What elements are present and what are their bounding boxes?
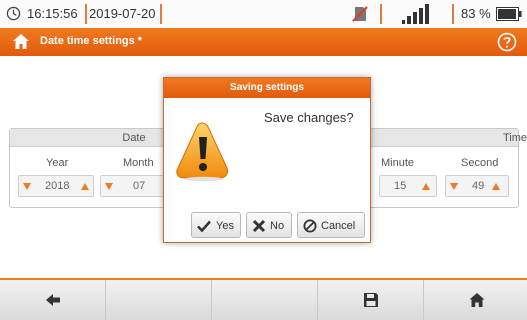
no-sd-card-icon: [352, 6, 368, 22]
help-icon[interactable]: [497, 32, 517, 52]
status-bar: 16:15:56 2019-07-20 83 %: [0, 0, 527, 28]
back-arrow-icon: [46, 294, 60, 306]
battery-percent: 83 %: [461, 6, 491, 21]
month-stepper[interactable]: 07: [100, 175, 166, 197]
second-label: Second: [461, 157, 499, 169]
page-title: Date time settings *: [40, 35, 143, 47]
home-icon[interactable]: [12, 33, 30, 50]
minute-stepper[interactable]: 15: [379, 175, 437, 197]
checkmark-icon: [197, 220, 211, 233]
increment-icon[interactable]: [492, 183, 500, 190]
no-button[interactable]: No: [246, 212, 292, 238]
save-button[interactable]: [318, 280, 424, 320]
cancel-label: Cancel: [321, 220, 356, 232]
yes-button[interactable]: Yes: [191, 212, 241, 238]
no-label: No: [270, 220, 285, 232]
increment-icon[interactable]: [81, 183, 89, 190]
home-icon: [469, 293, 485, 307]
divider: [160, 4, 162, 24]
save-icon: [364, 293, 378, 307]
minute-value: 15: [394, 180, 407, 192]
title-bar: Date time settings *: [0, 28, 527, 56]
increment-icon[interactable]: [422, 183, 430, 190]
dialog-title: Saving settings: [164, 78, 370, 98]
yes-label: Yes: [216, 220, 234, 232]
year-label: Year: [46, 157, 69, 169]
decrement-icon[interactable]: [105, 183, 113, 190]
divider: [380, 4, 382, 24]
divider: [85, 4, 87, 24]
toolbar-slot: [106, 280, 212, 320]
battery-icon: [496, 7, 522, 21]
clock-icon: [6, 6, 21, 21]
decrement-icon[interactable]: [450, 183, 458, 190]
time-panel-title: Time: [503, 132, 527, 144]
back-button[interactable]: [0, 280, 106, 320]
divider: [452, 4, 454, 24]
status-time: 16:15:56: [27, 6, 78, 21]
minute-label: Minute: [381, 157, 415, 169]
home-button[interactable]: [424, 280, 527, 320]
warning-icon: [176, 122, 229, 182]
year-stepper[interactable]: 2018: [18, 175, 94, 197]
cancel-button[interactable]: Cancel: [297, 212, 365, 238]
decrement-icon[interactable]: [23, 183, 31, 190]
second-value: 49: [472, 180, 485, 192]
toolbar-slot: [212, 280, 318, 320]
month-label: Month: [123, 157, 154, 169]
cross-icon: [252, 219, 266, 233]
signal-icon: [402, 4, 429, 24]
status-date: 2019-07-20: [89, 6, 156, 21]
bottom-toolbar: [0, 278, 527, 320]
year-value: 2018: [45, 180, 70, 192]
dialog-message: Save changes?: [264, 110, 354, 125]
month-value: 07: [133, 180, 146, 192]
second-stepper[interactable]: 49: [445, 175, 509, 197]
save-dialog: Saving settings Save changes? Yes No Can…: [163, 77, 371, 243]
cancel-icon: [303, 219, 317, 233]
